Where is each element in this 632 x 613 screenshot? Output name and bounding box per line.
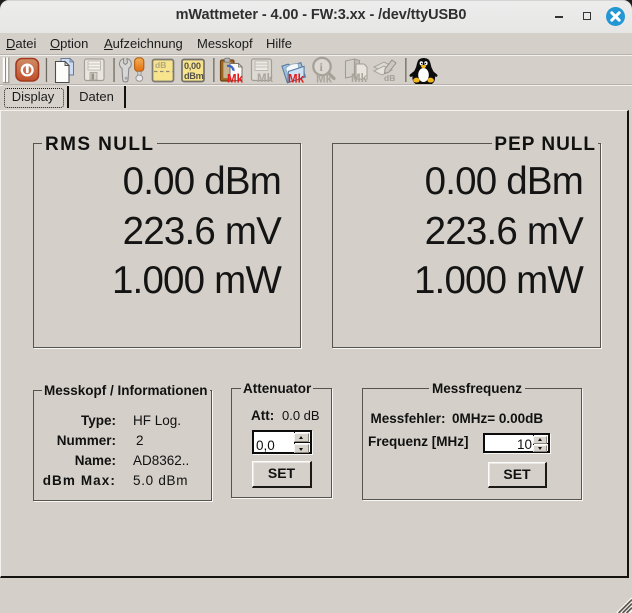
svg-text:Mk: Mk [227,74,244,85]
svg-text:Mk: Mk [351,73,368,84]
svg-text:dB: dB [155,60,166,70]
svg-text:Mk: Mk [257,73,274,84]
svg-text:dBm: dBm [184,71,204,81]
svg-text:Mk: Mk [316,74,333,85]
svg-text:Mk: Mk [288,74,305,85]
svg-text:dB: dB [384,73,395,83]
svg-text:0,00: 0,00 [184,61,201,71]
